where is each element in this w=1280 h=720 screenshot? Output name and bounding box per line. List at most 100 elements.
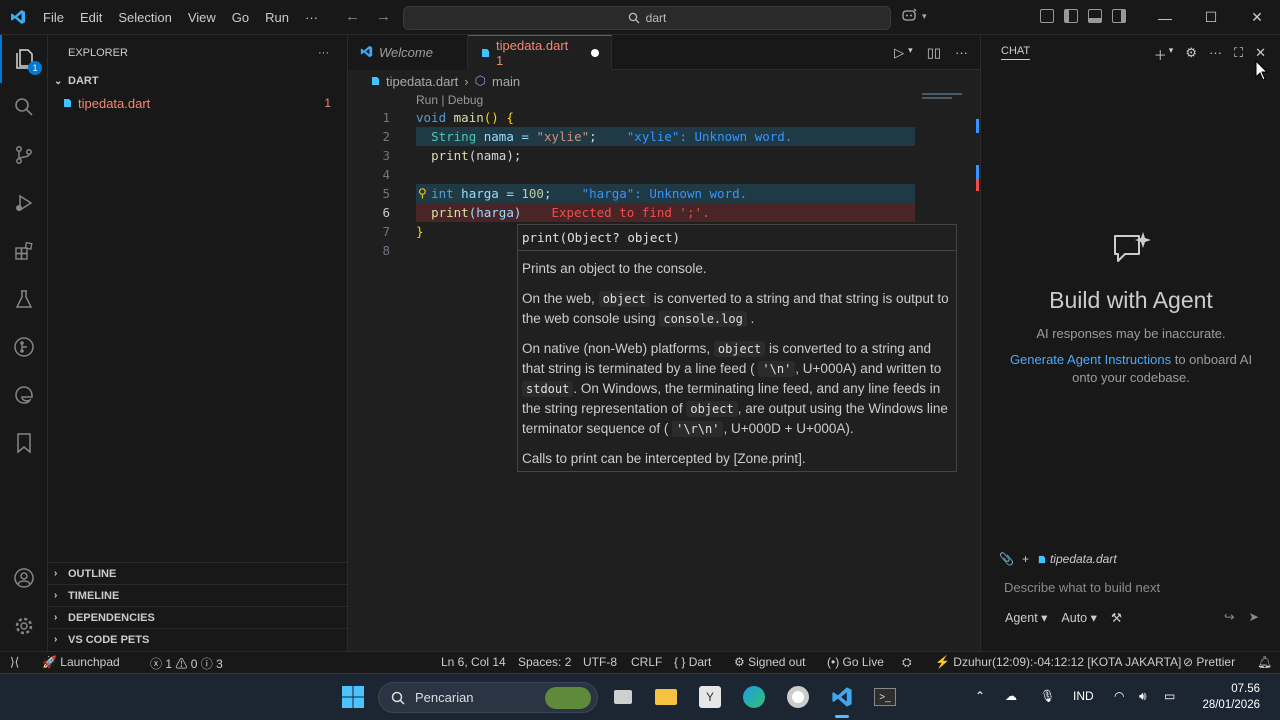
hover-documentation[interactable]: print(Object? object) Prints an object t… [517,224,957,472]
yandex-app-icon[interactable]: Y [697,684,723,710]
search-activity[interactable] [0,83,48,131]
end-of-line[interactable]: CRLF [631,655,662,669]
breadcrumb-symbol[interactable]: main [492,74,520,89]
cursor-position[interactable]: Ln 6, Col 14 [441,655,506,669]
edge-browser-icon[interactable] [741,684,767,710]
go-live[interactable]: (•) Go Live [827,655,884,669]
split-editor-icon[interactable]: ▯▯ [927,45,941,61]
folder-dart[interactable]: ⌄ DART [48,70,347,92]
more-actions-icon[interactable]: ··· [1209,45,1222,64]
terminal-icon[interactable]: >_ [872,684,898,710]
timeline-section[interactable]: › TIMELINE [48,584,348,606]
more-actions-icon[interactable]: ··· [318,47,329,59]
copilot-menu[interactable]: ▾ [902,8,927,25]
menu-file[interactable]: File [35,10,72,25]
vscode-pets-section[interactable]: › VS CODE PETS [48,628,348,650]
bookmarks-activity[interactable] [0,419,48,467]
tab-welcome[interactable]: Welcome [348,35,468,70]
mode-picker[interactable]: Agent ▾ [1005,610,1047,625]
file-tipedata-dart[interactable]: tipedata.dart 1 [48,92,347,114]
code-line-5[interactable]: 5 ⚲ int harga = 100; "harga": Unknown wo… [348,184,980,203]
chat-input[interactable]: Describe what to build next [999,572,1265,602]
edge-devtools-activity[interactable] [0,371,48,419]
code-line-6[interactable]: 6 print(harga) Expected to find ';'. [348,203,980,222]
send-icon[interactable]: ➤ [1249,609,1259,624]
gitlens-activity[interactable] [0,323,48,371]
chrome-browser-icon[interactable] [785,684,811,710]
dependencies-section[interactable]: › DEPENDENCIES [48,606,348,628]
chevron-down-icon[interactable]: ▾ [1169,45,1174,64]
menu-go[interactable]: Go [224,10,257,25]
file-explorer-icon[interactable] [653,684,679,710]
prettier-item[interactable]: ⊘ Prettier [1183,655,1235,669]
forward-arrow-icon[interactable]: → [376,8,391,25]
unsaved-dot-icon[interactable] [591,49,599,57]
context-file-chip[interactable]: tipedata.dart [1037,552,1117,566]
menu-run[interactable]: Run [257,10,297,25]
wifi-icon[interactable]: ◠ [1114,689,1124,703]
menu-selection[interactable]: Selection [110,10,179,25]
add-context-icon[interactable]: + [1022,552,1029,566]
toggle-sidebar-icon[interactable] [1064,9,1078,23]
generate-instructions-link[interactable]: Generate Agent Instructions [1010,352,1171,367]
account-status[interactable]: ⚙ Signed out [734,655,805,669]
breadcrumb-file[interactable]: tipedata.dart [386,74,458,89]
launchpad-item[interactable]: 🚀 Launchpad [42,655,120,669]
minimap[interactable] [922,93,966,99]
more-menu-icon[interactable]: ··· [297,10,326,25]
toggle-secondary-sidebar-icon[interactable] [1112,9,1126,23]
menu-edit[interactable]: Edit [72,10,110,25]
tab-tipedata[interactable]: tipedata.dart 1 [468,35,612,70]
encoding[interactable]: UTF-8 [583,655,617,669]
microphone-icon[interactable]: 🎙︎ [1040,689,1055,703]
delegate-icon[interactable]: ↪ [1224,609,1234,624]
maximize-icon[interactable]: ⛶ [1234,45,1243,64]
model-picker[interactable]: Auto ▾ [1061,610,1096,625]
codelens-run-debug[interactable]: Run | Debug [416,93,483,107]
indentation[interactable]: Spaces: 2 [518,655,571,669]
more-actions-icon[interactable]: ··· [955,45,968,61]
code-line-2[interactable]: 2 String nama = "xylie"; "xylie": Unknow… [348,127,980,146]
taskbar-clock[interactable]: 07.56 28/01/2026 [1202,681,1260,713]
outline-section[interactable]: › OUTLINE [48,562,348,584]
run-debug-activity[interactable] [0,179,48,227]
copilot-status-icon[interactable]: ⛭ [902,655,912,670]
tools-icon[interactable]: ⚒ [1111,610,1122,625]
new-chat-icon[interactable]: ＋ [1154,45,1167,64]
problems-item[interactable]: ⓧ 1 ⚠ 0 ⓘ 3 [150,655,223,672]
battery-icon[interactable]: ▭ [1164,689,1175,703]
close-window-icon[interactable]: ✕ [1234,0,1280,35]
code-line-1[interactable]: 1 void main() { [348,108,980,127]
command-center-search[interactable]: dart [403,6,891,30]
maximize-icon[interactable]: ☐ [1188,0,1234,35]
remote-icon[interactable]: ⟩⟨ [10,655,19,669]
minimize-icon[interactable]: — [1142,0,1188,35]
code-line-3[interactable]: 3 print(nama); [348,146,980,165]
taskbar-search[interactable]: Pencarian [378,682,598,713]
onedrive-icon[interactable]: ☁ [1005,689,1017,703]
start-button[interactable] [340,684,366,710]
volume-icon[interactable]: 🔊︎ [1139,689,1147,704]
attach-icon[interactable]: 📎 [999,552,1014,566]
accounts-activity[interactable] [0,554,48,602]
language-mode[interactable]: { } Dart [674,655,711,669]
extensions-activity[interactable] [0,227,48,275]
manage-activity[interactable] [0,602,48,650]
prayer-time[interactable]: ⚡ Dzuhur(12:09):-04:12:12 [KOTA JAKARTA] [935,655,1181,669]
toggle-panel-icon[interactable] [1088,9,1102,23]
run-icon[interactable]: ▷ [894,45,904,61]
explorer-activity[interactable]: 1 [0,35,48,83]
layout-customize-icon[interactable] [1040,9,1054,23]
vscode-taskbar-icon[interactable] [829,684,855,718]
menu-view[interactable]: View [180,10,224,25]
back-arrow-icon[interactable]: ← [345,8,360,25]
show-hidden-icons[interactable]: ⌃ [975,689,985,703]
input-language[interactable]: IND [1073,689,1094,703]
notifications-icon[interactable]: 🔔︎ [1257,655,1272,669]
chevron-down-icon[interactable]: ▾ [908,45,913,61]
code-line-4[interactable]: 4 [348,165,980,184]
gear-icon[interactable]: ⚙ [1185,45,1197,64]
testing-activity[interactable] [0,275,48,323]
source-control-activity[interactable] [0,131,48,179]
task-view-icon[interactable] [610,684,636,710]
